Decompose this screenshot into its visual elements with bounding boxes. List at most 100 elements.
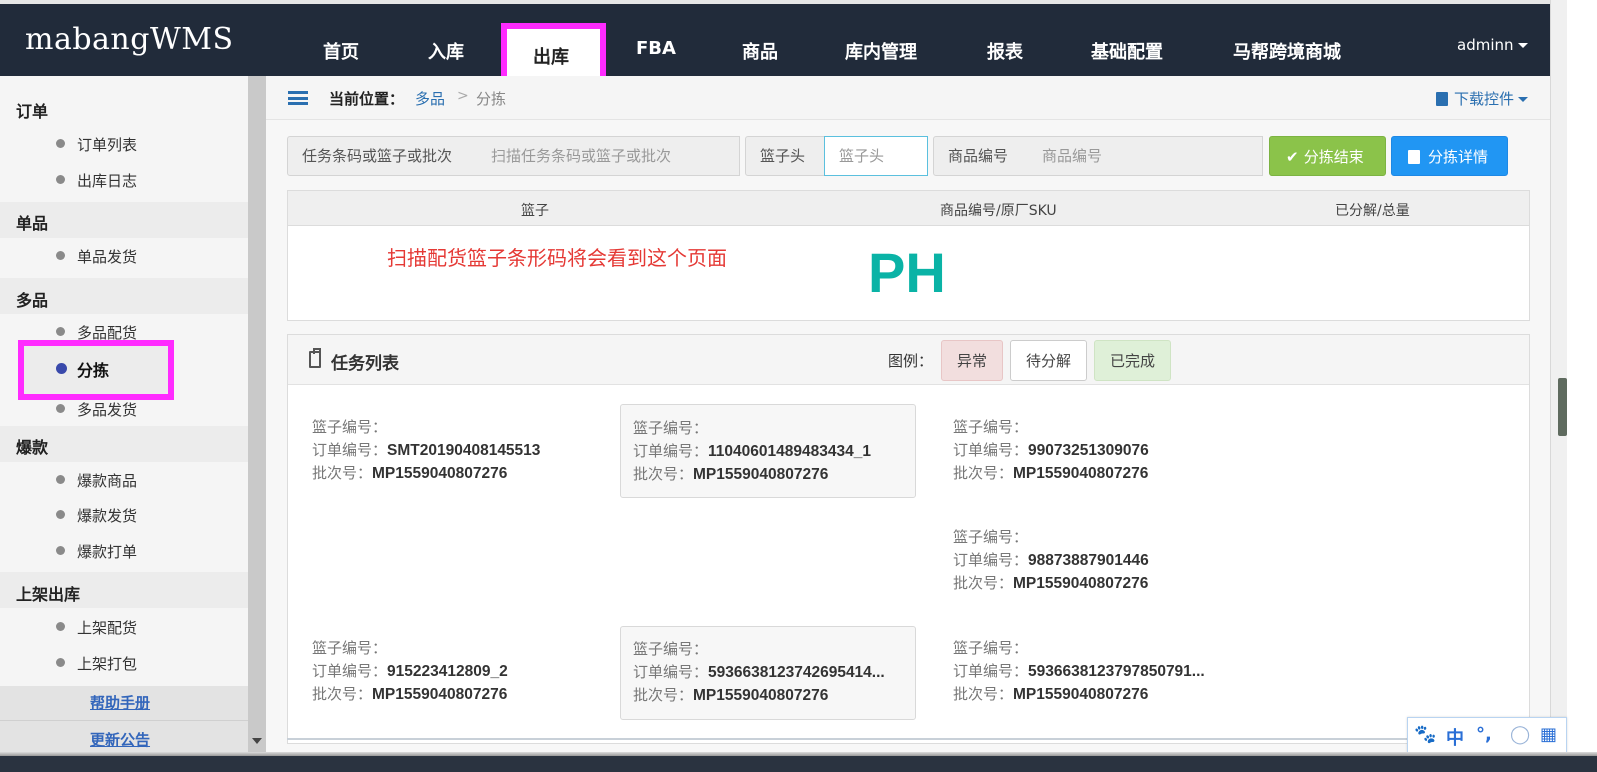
panel-title: 任务列表 <box>331 354 399 374</box>
grid-icon[interactable]: ▦ <box>1540 724 1557 745</box>
divider <box>287 738 1530 740</box>
task-card[interactable]: 篮子编号： 订单编号：11040601489483434_1 批次号：MP155… <box>620 404 916 498</box>
bullet-icon <box>56 404 65 413</box>
bullet-icon <box>56 510 65 519</box>
active-bullet-icon <box>56 363 67 374</box>
basket-head-input[interactable]: 篮子头 <box>824 136 928 176</box>
batch-number: MP1559040807276 <box>693 687 829 704</box>
legend-pending: 待分解 <box>1010 340 1088 381</box>
sorting-detail-button[interactable]: 分拣详情 <box>1391 136 1508 176</box>
sku-label: 商品编号 <box>933 136 1029 176</box>
sidebar-item-shelf-pack[interactable]: 上架打包 <box>56 653 137 674</box>
caret-down-icon <box>1517 43 1528 48</box>
sidebar-group-multi: 多品 <box>16 291 49 310</box>
scroll-down-arrow-icon[interactable] <box>252 738 262 744</box>
bullet-icon <box>56 251 65 260</box>
breadcrumb-current: 分拣 <box>476 90 507 108</box>
check-icon: ✔ <box>1286 148 1304 166</box>
col-sku: 商品编号/原厂SKU <box>940 203 1057 219</box>
sidebar-item-single-ship[interactable]: 单品发货 <box>56 246 137 267</box>
paw-icon[interactable]: 🐾 <box>1414 724 1436 745</box>
sidebar-item-label: 分拣 <box>77 361 110 380</box>
col-progress: 已分解/总量 <box>1335 203 1410 219</box>
nav-warehouse-management[interactable]: 库内管理 <box>845 38 917 64</box>
update-notice-link[interactable]: 更新公告 <box>90 729 150 750</box>
task-code-input[interactable]: 扫描任务条码或篮子或批次 <box>477 136 740 176</box>
divider <box>0 720 248 721</box>
os-taskbar <box>0 756 1597 772</box>
ime-toolbar[interactable]: 🐾 中 °, ◯ ▦ <box>1407 717 1567 753</box>
help-manual-link[interactable]: 帮助手册 <box>90 692 150 713</box>
table-header: 篮子 商品编号/原厂SKU 已分解/总量 <box>288 191 1529 226</box>
nav-products[interactable]: 商品 <box>742 38 778 64</box>
task-card[interactable]: 篮子编号： 订单编号：98873887901446 批次号：MP15590408… <box>953 526 1249 620</box>
breadcrumb-parent[interactable]: 多品 <box>415 88 445 109</box>
sku-input[interactable]: 商品编号 <box>1028 136 1263 176</box>
finish-sorting-button[interactable]: ✔ 分拣结束 <box>1269 136 1386 176</box>
bullet-icon <box>56 622 65 631</box>
panel-header: 任务列表 图例： 异常 待分解 已完成 <box>288 335 1529 385</box>
sidebar-item-order-list[interactable]: 订单列表 <box>56 134 137 155</box>
sidebar-scrollbar[interactable] <box>248 76 266 756</box>
sidebar-group-order: 订单 <box>16 102 49 121</box>
download-icon <box>1436 92 1448 106</box>
task-card[interactable]: 篮子编号： 订单编号：915223412809_2 批次号：MP15590408… <box>312 637 608 731</box>
watermark-text: PH <box>868 241 946 304</box>
order-number: 5936638123797850791... <box>1028 663 1205 680</box>
task-card[interactable]: 篮子编号： 订单编号：5936638123742695414... 批次号：MP… <box>620 626 916 720</box>
task-card[interactable]: 篮子编号： 订单编号：SMT20190408145513 批次号：MP15590… <box>312 416 608 510</box>
sidebar-item-outbound-log[interactable]: 出库日志 <box>56 170 137 191</box>
app-logo[interactable]: mabangWMS <box>25 22 234 57</box>
nav-mabang-mall[interactable]: 马帮跨境商城 <box>1233 38 1341 64</box>
nav-outbound[interactable]: 出库 <box>533 43 569 69</box>
nav-home[interactable]: 首页 <box>323 38 359 64</box>
sidebar-group-hot: 爆款 <box>16 438 49 457</box>
sidebar-item-multi-ship[interactable]: 多品发货 <box>56 399 137 420</box>
ime-punctuation[interactable]: °, <box>1476 724 1492 745</box>
ime-language[interactable]: 中 <box>1446 724 1464 750</box>
bullet-icon <box>56 327 65 336</box>
nav-fba[interactable]: FBA <box>636 38 676 59</box>
user-icon[interactable]: ◯ <box>1510 724 1530 745</box>
order-number: 5936638123742695414... <box>708 664 885 681</box>
breadcrumb-label: 当前位置： <box>329 90 405 108</box>
sidebar-group-single: 单品 <box>16 214 49 233</box>
breadcrumb-separator: > <box>457 88 469 104</box>
user-name: adminn <box>1457 36 1514 54</box>
clipboard-icon <box>1408 150 1420 164</box>
nav-inbound[interactable]: 入库 <box>428 38 464 64</box>
task-card[interactable]: 篮子编号： 订单编号：5936638123797850791... 批次号：MP… <box>953 637 1223 731</box>
user-menu[interactable]: adminn <box>1457 36 1528 54</box>
sidebar-item-hot-ship[interactable]: 爆款发货 <box>56 505 137 526</box>
order-number: 11040601489483434_1 <box>708 443 871 460</box>
order-number: 99073251309076 <box>1028 442 1149 459</box>
page-scrollbar-thumb[interactable] <box>1558 378 1567 436</box>
order-number: 98873887901446 <box>1028 552 1149 569</box>
batch-number: MP1559040807276 <box>1013 575 1149 592</box>
bullet-icon <box>56 139 65 148</box>
bullet-icon <box>56 475 65 484</box>
order-number: SMT20190408145513 <box>387 442 541 459</box>
download-control-button[interactable]: 下载控件 <box>1436 88 1529 109</box>
nav-reports[interactable]: 报表 <box>987 38 1023 64</box>
bullet-icon <box>56 546 65 555</box>
clipboard-icon <box>309 348 321 368</box>
sidebar-group-shelf: 上架出库 <box>16 585 81 604</box>
batch-number: MP1559040807276 <box>372 465 508 482</box>
sidebar-item-hot-print[interactable]: 爆款打单 <box>56 541 137 562</box>
bullet-icon <box>56 658 65 667</box>
sidebar-item-hot-products[interactable]: 爆款商品 <box>56 470 137 491</box>
legend-abnormal: 异常 <box>941 340 1004 381</box>
caret-down-icon <box>1518 97 1529 102</box>
legend-completed: 已完成 <box>1094 340 1172 381</box>
collapse-menu-icon[interactable] <box>288 91 308 105</box>
order-number: 915223412809_2 <box>387 663 508 680</box>
bullet-icon <box>56 175 65 184</box>
batch-number: MP1559040807276 <box>372 686 508 703</box>
batch-number: MP1559040807276 <box>1013 686 1149 703</box>
nav-basic-config[interactable]: 基础配置 <box>1091 38 1163 64</box>
batch-number: MP1559040807276 <box>1013 465 1149 482</box>
task-card[interactable]: 篮子编号： 订单编号：99073251309076 批次号：MP15590408… <box>953 416 1249 510</box>
sidebar-item-sorting[interactable]: 分拣 <box>18 340 174 400</box>
sidebar-item-shelf-pick[interactable]: 上架配货 <box>56 617 137 638</box>
